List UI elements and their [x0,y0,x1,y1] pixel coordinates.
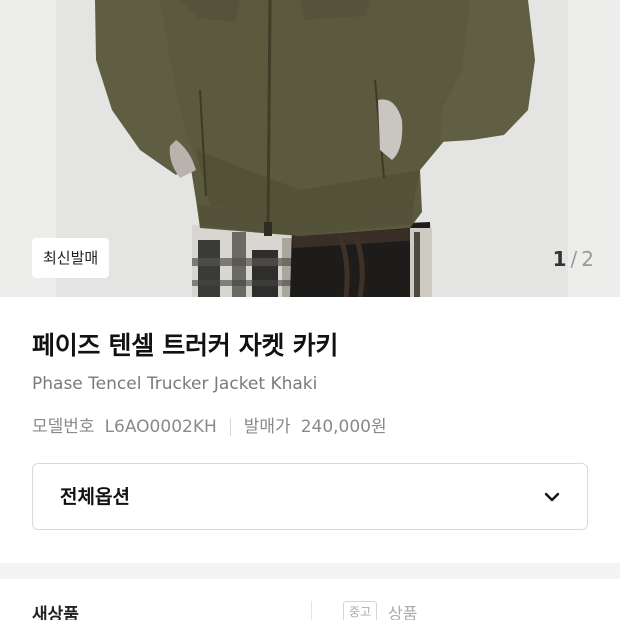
tab-divider [311,601,312,620]
pager-current: 1 [552,247,567,271]
all-options-label: 전체옵션 [60,486,130,508]
pager-separator: / [570,247,578,271]
release-price-label: 발매가 [243,417,291,437]
release-price-value: 240,000원 [300,417,387,437]
used-tag-badge: 중고 [343,601,378,620]
condition-tabs: 새상품 중고 상품 [0,579,620,620]
section-gap [0,563,620,579]
product-image-carousel[interactable]: 최신발매 1/2 [0,0,620,297]
product-title-korean: 페이즈 텐셀 트러커 자켓 카키 [32,331,339,360]
tab-new-product[interactable]: 새상품 [32,600,79,620]
product-title-english: Phase Tencel Trucker Jacket Khaki [32,374,318,394]
model-number-label: 모델번호 [32,417,95,437]
all-options-select[interactable]: 전체옵션 [32,463,588,530]
chevron-down-icon [544,492,560,502]
model-number-value: L6AO0002KH [104,417,217,437]
pager-total: 2 [581,247,594,271]
new-release-badge: 최신발매 [32,238,110,278]
tab-used-product[interactable]: 상품 [388,600,417,620]
meta-divider [229,418,231,436]
image-pager: 1/2 [553,246,594,272]
product-meta: 모델번호 L6AO0002KH 발매가 240,000원 [32,414,387,440]
